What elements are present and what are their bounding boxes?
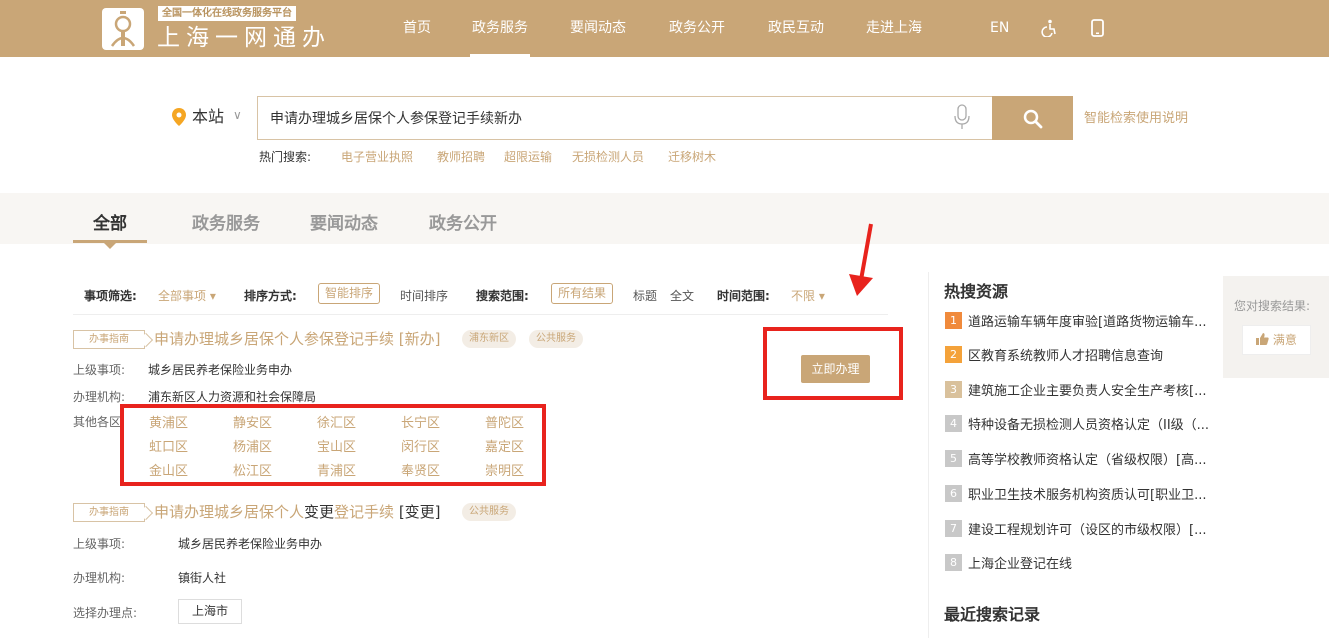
parent-item-value: 城乡居民养老保险业务申办 xyxy=(178,537,323,551)
scope-all-option[interactable]: 所有结果 xyxy=(551,283,614,304)
search-location-select[interactable]: 本站 xyxy=(192,106,224,128)
sort-time-option[interactable]: 时间排序 xyxy=(400,287,448,304)
parent-item-value: 城乡居民养老保险业务申办 xyxy=(148,363,293,377)
org-value: 浦东新区人力资源和社会保障局 xyxy=(148,390,317,404)
guide-tag: 办事指南 xyxy=(73,330,145,349)
rank-number: 3 xyxy=(945,381,962,398)
chevron-down-icon[interactable]: ∨ xyxy=(233,108,242,122)
org-label: 办理机构: xyxy=(73,390,126,404)
hot-resource-link[interactable]: 道路运输车辆年度审验[道路货物运输车... xyxy=(968,311,1228,330)
result-title-link[interactable]: 申请办理城乡居保个人变更登记手续 [变更] xyxy=(154,502,441,522)
accessibility-icon[interactable] xyxy=(1040,19,1058,37)
org-value: 镇街人社 xyxy=(178,571,227,585)
nav-language-en[interactable]: EN xyxy=(990,0,1009,57)
annotation-box-apply xyxy=(763,327,903,400)
sort-label: 排序方式: xyxy=(244,289,297,303)
rank-number: 1 xyxy=(945,312,962,329)
service-type-pill: 公共服务 xyxy=(462,503,516,521)
hot-resource-link[interactable]: 建筑施工企业主要负责人安全生产考核[... xyxy=(968,380,1228,399)
hot-search-item[interactable]: 教师招聘 xyxy=(437,148,485,165)
search-box xyxy=(257,96,992,140)
active-tab-pointer xyxy=(104,243,116,249)
nav-home[interactable]: 首页 xyxy=(403,0,431,57)
service-type-pill: 公共服务 xyxy=(529,330,583,348)
hot-resource-link[interactable]: 上海企业登记在线 xyxy=(968,553,1228,572)
tab-news[interactable]: 要闻动态 xyxy=(310,209,378,234)
annotation-arrow-icon xyxy=(849,223,873,296)
hot-resource-link[interactable]: 区教育系统教师人才招聘信息查询 xyxy=(968,345,1228,364)
hot-resource-link[interactable]: 建设工程规划许可（设区的市级权限）[... xyxy=(968,519,1228,538)
logo-subtitle: 全国一体化在线政务服务平台 xyxy=(158,6,296,21)
recent-search-title: 最近搜索记录 xyxy=(944,605,1041,624)
hot-search-item[interactable]: 无损检测人员 xyxy=(572,148,644,165)
sidebar-divider xyxy=(928,272,929,638)
hot-search-label: 热门搜索: xyxy=(259,150,312,164)
search-icon xyxy=(1023,109,1043,129)
other-districts-label: 其他各区: xyxy=(73,415,126,429)
nav-news[interactable]: 要闻动态 xyxy=(570,0,626,57)
mobile-icon[interactable] xyxy=(1090,19,1106,37)
scope-title-option[interactable]: 标题 xyxy=(633,287,657,304)
rank-number: 7 xyxy=(945,520,962,537)
shanghai-logo-icon[interactable] xyxy=(100,6,146,52)
region-pill: 浦东新区 xyxy=(462,330,516,348)
annotation-box-districts xyxy=(120,404,546,486)
hot-resource-link[interactable]: 职业卫生技术服务机构资质认可[职业卫... xyxy=(968,484,1228,503)
feedback-label: 您对搜索结果: xyxy=(1234,299,1311,313)
hot-resources-title: 热搜资源 xyxy=(944,282,1009,301)
nav-gov-open[interactable]: 政务公开 xyxy=(669,0,725,57)
rank-number: 4 xyxy=(945,415,962,432)
time-range-label: 时间范围: xyxy=(717,289,770,303)
tab-gov-service[interactable]: 政务服务 xyxy=(192,209,260,234)
org-label: 办理机构: xyxy=(73,571,126,585)
rank-number: 6 xyxy=(945,485,962,502)
rank-number: 2 xyxy=(945,346,962,363)
nav-gov-service[interactable]: 政务服务 xyxy=(470,0,530,57)
filter-divider xyxy=(73,314,888,315)
item-filter-select[interactable]: 全部事项 ▾ xyxy=(158,287,216,304)
parent-item-label: 上级事项: xyxy=(73,537,126,551)
hot-resource-link[interactable]: 高等学校教师资格认定（省级权限）[高... xyxy=(968,449,1228,468)
search-help-link[interactable]: 智能检索使用说明 xyxy=(1084,107,1188,126)
parent-item-label: 上级事项: xyxy=(73,363,126,377)
sort-smart-option[interactable]: 智能排序 xyxy=(318,283,381,304)
thumbs-up-icon xyxy=(1256,333,1269,345)
tab-gov-open[interactable]: 政务公开 xyxy=(429,209,497,234)
hot-resource-link[interactable]: 特种设备无损检测人员资格认定（II级（... xyxy=(968,414,1228,433)
item-filter-label: 事项筛选: xyxy=(84,289,137,303)
hot-search-item[interactable]: 超限运输 xyxy=(504,148,552,165)
service-point-label: 选择办理点: xyxy=(73,606,138,620)
logo-title[interactable]: 上海一网通办 xyxy=(157,23,331,53)
hot-search-item[interactable]: 迁移树木 xyxy=(668,148,716,165)
tab-all[interactable]: 全部 xyxy=(93,209,127,234)
nav-interaction[interactable]: 政民互动 xyxy=(768,0,824,57)
guide-tag: 办事指南 xyxy=(73,503,145,522)
time-range-select[interactable]: 不限 ▾ xyxy=(791,287,825,304)
rank-number: 5 xyxy=(945,450,962,467)
scope-fulltext-option[interactable]: 全文 xyxy=(670,287,694,304)
satisfied-button[interactable]: 满意 xyxy=(1242,325,1311,355)
nav-about-shanghai[interactable]: 走进上海 xyxy=(866,0,922,57)
search-input[interactable] xyxy=(270,107,950,129)
rank-number: 8 xyxy=(945,554,962,571)
location-pin-icon xyxy=(172,108,186,126)
scope-label: 搜索范围: xyxy=(476,289,529,303)
service-point-select[interactable]: 上海市 xyxy=(178,599,242,624)
search-button[interactable] xyxy=(992,96,1073,140)
hot-search-item[interactable]: 电子营业执照 xyxy=(341,148,413,165)
result-title-link[interactable]: 申请办理城乡居保个人参保登记手续 [新办] xyxy=(154,329,441,349)
microphone-icon[interactable] xyxy=(954,104,970,130)
